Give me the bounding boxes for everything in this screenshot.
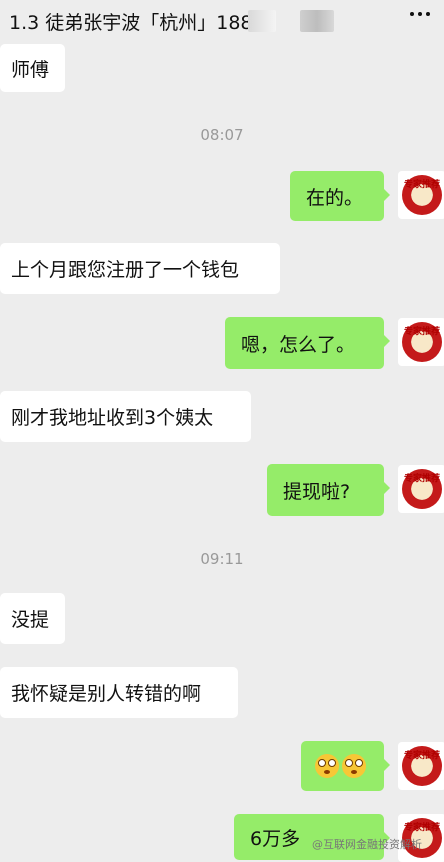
incoming-message-bubble[interactable]: 我怀疑是别人转错的啊 xyxy=(0,667,238,718)
redacted-number-block xyxy=(248,10,276,32)
outgoing-emoji-bubble[interactable] xyxy=(301,741,390,791)
incoming-message-bubble[interactable]: 师傅 xyxy=(0,44,65,92)
redacted-number-block xyxy=(300,10,334,32)
more-dots-icon[interactable] xyxy=(410,12,430,16)
outgoing-message-bubble[interactable]: 在的。 xyxy=(290,171,390,221)
avatar[interactable]: 专家推荐 xyxy=(398,465,444,513)
avatar-label: 专家推荐 xyxy=(403,751,440,761)
incoming-message-bubble[interactable]: 刚才我地址收到3个姨太 xyxy=(0,391,251,442)
avatar-label: 专家推荐 xyxy=(403,180,440,190)
avatar-label: 专家推荐 xyxy=(403,327,440,337)
watermark: @互联网金融投资解析 xyxy=(312,838,422,851)
avatar-label: 专家推荐 xyxy=(403,474,440,484)
avatar[interactable]: 专家推荐 xyxy=(398,171,444,219)
incoming-message-bubble[interactable]: 上个月跟您注册了一个钱包 xyxy=(0,243,280,294)
avatar-label: 专家推荐 xyxy=(403,823,440,833)
astonished-face-icon xyxy=(315,754,339,778)
avatar[interactable]: 专家推荐 xyxy=(398,318,444,366)
avatar[interactable]: 专家推荐 xyxy=(398,742,444,790)
outgoing-message-bubble[interactable]: 嗯，怎么了。 xyxy=(225,317,390,369)
outgoing-message-bubble[interactable]: 提现啦? xyxy=(267,464,390,516)
message-timestamp: 08:07 xyxy=(200,126,244,144)
chat-title: 1.3 徒弟张宇波「杭州」188 xyxy=(9,12,253,34)
message-timestamp: 09:11 xyxy=(200,550,244,568)
chat-header: 1.3 徒弟张宇波「杭州」188 xyxy=(0,0,444,44)
incoming-message-bubble[interactable]: 没提 xyxy=(0,593,65,644)
astonished-face-icon xyxy=(342,754,366,778)
